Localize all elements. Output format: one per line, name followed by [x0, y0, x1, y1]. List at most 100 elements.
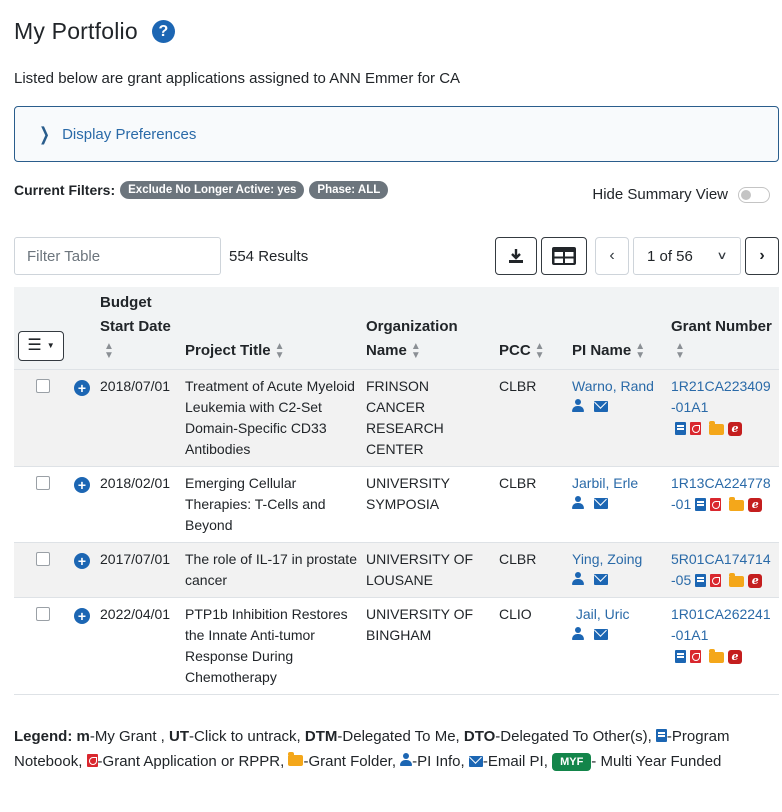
row-select-cell [14, 466, 70, 543]
hide-summary-view-label: Hide Summary View [592, 186, 728, 203]
header-grant-number[interactable]: Grant Number ▲ ▼ [667, 287, 779, 370]
hide-summary-view-switch[interactable] [738, 186, 770, 203]
pi-name-link[interactable]: Warno, Rand [572, 376, 663, 397]
cell-budget-date: 2022/04/01 [96, 597, 181, 695]
folder-icon[interactable] [729, 496, 745, 511]
legend-email-text: -Email PI, [482, 753, 553, 770]
header-budget-start-date[interactable]: Budget Start Date ▲ ▼ [96, 287, 181, 370]
pi-name-link[interactable]: Ying, Zoing [572, 549, 663, 570]
sort-icon: ▲ ▼ [534, 341, 545, 362]
envelope-icon[interactable] [594, 573, 608, 585]
e-record-icon[interactable]: e [748, 573, 763, 588]
header-pi-name[interactable]: PI Name ▲ ▼ [568, 287, 667, 370]
cell-pcc: CLIO [495, 597, 568, 695]
person-icon[interactable] [572, 627, 584, 641]
e-record-icon[interactable]: e [748, 497, 763, 512]
cell-pi: Warno, Rand [568, 369, 667, 467]
pi-name-link[interactable]: Jarbil, Erle [572, 473, 663, 494]
header-organization-name[interactable]: Organization Name ▲ ▼ [362, 287, 495, 370]
plus-circle-icon[interactable]: + [74, 477, 90, 493]
row-checkbox[interactable] [36, 552, 50, 566]
legend-dtm: DTM [304, 728, 338, 745]
header-project-title[interactable]: Project Title ▲ ▼ [181, 287, 362, 370]
filter-table-input[interactable] [14, 237, 221, 275]
header-grant-label: Grant Number [671, 318, 772, 335]
person-icon [400, 753, 413, 767]
legend-ut-text: -Click to untrack, [189, 728, 305, 745]
pdf-icon[interactable] [710, 498, 722, 511]
person-icon[interactable] [572, 496, 584, 510]
envelope-icon[interactable] [594, 628, 608, 640]
table-row: +2022/04/01 PTP1b Inhibition Restores the… [14, 597, 779, 695]
column-menu-button[interactable]: ☰ ▼ [18, 331, 64, 361]
notebook-icon[interactable] [695, 574, 707, 587]
previous-page-button[interactable]: ‹ [595, 237, 629, 275]
table-header-row: ☰ ▼ Budget Start Date▲ ▼ Project Title ▲ ▼ O… [14, 287, 779, 370]
e-record-icon[interactable]: e [728, 649, 742, 664]
envelope-icon[interactable] [594, 497, 608, 509]
legend-dtm-text: -Delegated To Me, [337, 728, 464, 745]
plus-circle-icon[interactable]: + [74, 608, 90, 624]
page-select[interactable]: 1 of 56 ∨ [633, 237, 741, 275]
grant-number-link[interactable]: 1R21CA223409-01A1 [671, 378, 771, 415]
header-title-label: Project Title [185, 342, 271, 359]
envelope-icon[interactable] [594, 400, 608, 412]
cell-pi: Jarbil, Erle [568, 466, 667, 543]
legend-pdf-text: -Grant Application or RPPR, [97, 753, 289, 770]
cell-grant-number: 5R01CA174714-05 e [667, 542, 779, 598]
cell-pcc: CLBR [495, 369, 568, 467]
display-preferences-toggle[interactable]: ❯ Display Preferences [14, 106, 779, 162]
legend-m: m [76, 728, 90, 745]
row-select-cell [14, 542, 70, 598]
sort-icon: ▲ ▼ [675, 341, 685, 362]
hamburger-icon: ☰ [27, 337, 42, 354]
page-select-value: 1 of 56 [647, 247, 693, 265]
plus-circle-icon[interactable]: + [74, 553, 90, 569]
person-icon[interactable] [572, 399, 584, 413]
pdf-icon[interactable] [690, 650, 701, 663]
chevron-down-icon: ∨ [716, 250, 728, 262]
cell-organization: FRINSON CANCER RESEARCH CENTER [362, 369, 495, 467]
row-checkbox[interactable] [36, 476, 50, 490]
folder-icon[interactable] [709, 420, 724, 435]
pdf-icon[interactable] [690, 422, 701, 435]
legend-myf-text: - Multi Year Funded [591, 753, 722, 770]
next-page-button[interactable]: › [745, 237, 779, 275]
myf-badge: MYF [552, 753, 592, 771]
pdf-icon [86, 754, 98, 767]
header-budget-label: Budget Start Date [100, 294, 171, 335]
header-pcc[interactable]: PCC ▲ ▼ [495, 287, 568, 370]
cell-project-title: Emerging Cellular Therapies: T-Cells and… [181, 466, 362, 543]
row-checkbox[interactable] [36, 379, 50, 393]
page-subtitle: Listed below are grant applications assi… [14, 70, 461, 87]
pi-name-link[interactable]: Jail, Uric [572, 604, 663, 625]
column-layout-button[interactable] [541, 237, 587, 275]
notebook-icon[interactable] [675, 650, 686, 663]
caret-down-icon: ▼ [46, 341, 55, 350]
portfolio-table: ☰ ▼ Budget Start Date▲ ▼ Project Title ▲ ▼ O… [14, 287, 779, 695]
results-count: 554 Results [229, 248, 309, 265]
grant-number-link[interactable]: 1R01CA262241-01A1 [671, 606, 771, 643]
table-row: +2018/02/01 Emerging Cellular Therapies: … [14, 466, 779, 543]
download-button[interactable] [495, 237, 537, 275]
table-row: +2017/07/01 The role of IL-17 in prostate… [14, 542, 779, 598]
folder-icon[interactable] [709, 648, 724, 663]
folder-icon[interactable] [729, 572, 745, 587]
cell-organization: UNIVERSITY OF BINGHAM [362, 597, 495, 695]
row-checkbox[interactable] [36, 607, 50, 621]
legend-folder-text: -Grant Folder, [303, 753, 401, 770]
filter-badge-phase: Phase: ALL [309, 181, 389, 199]
folder-icon [288, 752, 304, 766]
pdf-icon[interactable] [710, 574, 722, 587]
sort-icon: ▲ ▼ [635, 341, 646, 362]
question-circle-icon[interactable]: ? [151, 20, 175, 43]
person-icon[interactable] [572, 572, 584, 586]
cell-budget-date: 2017/07/01 [96, 542, 181, 598]
notebook-icon[interactable] [695, 498, 707, 511]
e-record-icon[interactable]: e [728, 421, 742, 436]
row-select-cell [14, 597, 70, 695]
cell-budget-date: 2018/02/01 [96, 466, 181, 543]
notebook-icon[interactable] [675, 422, 686, 435]
plus-circle-icon[interactable]: + [74, 380, 90, 396]
legend-pi-text: -PI Info, [412, 753, 469, 770]
